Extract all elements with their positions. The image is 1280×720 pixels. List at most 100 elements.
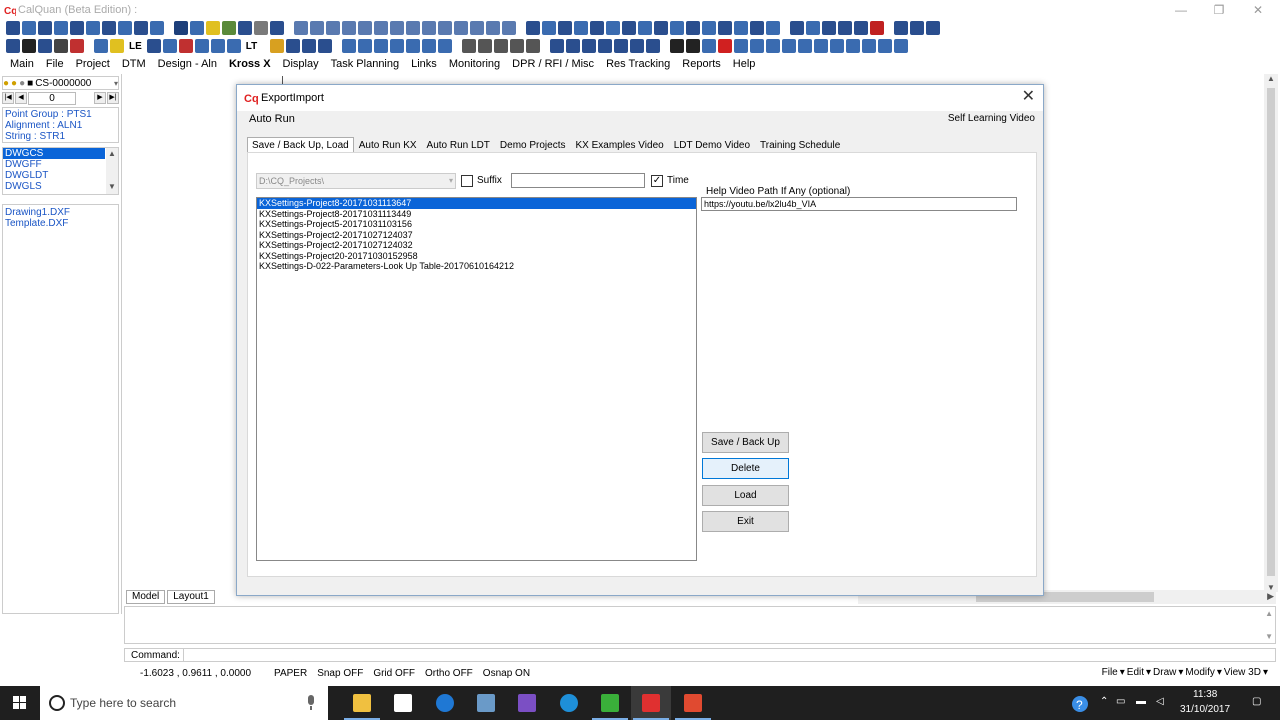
tool-icon[interactable] bbox=[238, 21, 252, 35]
notifications-icon[interactable]: ▢ bbox=[1252, 696, 1261, 707]
tool-icon[interactable] bbox=[590, 21, 604, 35]
grid-toggle[interactable]: Grid OFF bbox=[368, 668, 420, 679]
chevron-up-icon[interactable]: ⌃ bbox=[1100, 696, 1108, 707]
tool-icon[interactable] bbox=[582, 39, 597, 53]
tool-icon[interactable] bbox=[894, 21, 908, 35]
close-button[interactable]: ✕ bbox=[1243, 2, 1273, 18]
tool-icon[interactable] bbox=[798, 39, 813, 53]
next-record-button[interactable]: ▶ bbox=[94, 92, 106, 104]
pdf-icon[interactable] bbox=[70, 39, 84, 53]
menu-monitoring[interactable]: Monitoring bbox=[443, 58, 506, 70]
tab-auto-run-kx[interactable]: Auto Run KX bbox=[354, 137, 422, 153]
tool-icon[interactable] bbox=[894, 39, 909, 53]
help-video-input[interactable]: https://youtu.be/lx2lu4b_VIA bbox=[701, 197, 1017, 211]
tool-icon[interactable] bbox=[870, 21, 884, 35]
menu-links[interactable]: Links bbox=[405, 58, 443, 70]
tab-kx-examples-video[interactable]: KX Examples Video bbox=[571, 137, 669, 153]
snap-toggle[interactable]: Snap OFF bbox=[312, 668, 368, 679]
lt-button[interactable]: LT bbox=[243, 41, 260, 52]
recorder-app[interactable] bbox=[673, 686, 713, 720]
time-checkbox[interactable]: ✓ bbox=[651, 175, 663, 187]
save-backup-button[interactable]: Save / Back Up bbox=[702, 432, 789, 453]
tab-training-schedule[interactable]: Training Schedule bbox=[755, 137, 845, 153]
calquan-app[interactable] bbox=[631, 686, 671, 720]
tool-icon[interactable] bbox=[226, 39, 241, 53]
self-learning-video-link[interactable]: Self Learning Video bbox=[948, 113, 1035, 124]
start-button[interactable] bbox=[0, 686, 40, 720]
tool-icon[interactable] bbox=[146, 39, 161, 53]
tool-icon[interactable] bbox=[790, 21, 804, 35]
tool-icon[interactable] bbox=[558, 21, 572, 35]
tool-icon[interactable] bbox=[38, 39, 52, 53]
tool-icon[interactable] bbox=[86, 21, 100, 35]
tool-icon[interactable] bbox=[838, 21, 852, 35]
tool-icon[interactable] bbox=[486, 21, 500, 35]
tab-ldt-demo-video[interactable]: LDT Demo Video bbox=[669, 137, 755, 153]
tool-icon[interactable] bbox=[910, 21, 924, 35]
volume-icon[interactable]: ◁ bbox=[1156, 696, 1164, 707]
tool-icon[interactable] bbox=[878, 39, 893, 53]
menu-display[interactable]: Display bbox=[277, 58, 325, 70]
tool-icon[interactable] bbox=[550, 39, 565, 53]
tab-save-backup-load[interactable]: Save / Back Up, Load bbox=[247, 137, 354, 153]
status-menu-file[interactable]: File bbox=[1102, 667, 1118, 678]
tool-icon[interactable] bbox=[630, 39, 645, 53]
clock-date[interactable]: 31/10/2017 bbox=[1180, 704, 1230, 715]
chevron-right-icon[interactable]: ▶ bbox=[1267, 591, 1274, 602]
osnap-toggle[interactable]: Osnap ON bbox=[478, 668, 535, 679]
tool-icon[interactable] bbox=[750, 39, 765, 53]
record-field[interactable]: 0 bbox=[28, 91, 76, 105]
save-icon[interactable] bbox=[22, 39, 36, 53]
dialog-close-button[interactable]: ✕ bbox=[1022, 89, 1035, 105]
menu-file[interactable]: File bbox=[40, 58, 70, 70]
tool-icon[interactable] bbox=[406, 21, 420, 35]
camtasia-app[interactable] bbox=[590, 686, 630, 720]
menu-main[interactable]: Main bbox=[4, 58, 40, 70]
tool-icon[interactable] bbox=[254, 21, 268, 35]
tab-auto-run-ldt[interactable]: Auto Run LDT bbox=[422, 137, 495, 153]
list-item[interactable]: DWGLS bbox=[3, 181, 118, 192]
path-combo[interactable]: D:\CQ_Projects\ ▾ bbox=[256, 173, 456, 189]
menu-dtm[interactable]: DTM bbox=[116, 58, 152, 70]
clock-time[interactable]: 11:38 bbox=[1193, 689, 1217, 700]
ortho-toggle[interactable]: Ortho OFF bbox=[420, 668, 478, 679]
list-item[interactable]: KXSettings-Project20-20171030152958 bbox=[257, 251, 696, 262]
scrollbar-thumb[interactable] bbox=[1267, 88, 1275, 576]
tool-icon[interactable] bbox=[422, 21, 436, 35]
suffix-input[interactable] bbox=[511, 173, 645, 188]
tool-icon[interactable] bbox=[270, 39, 285, 53]
tool-icon[interactable] bbox=[782, 39, 797, 53]
maximize-button[interactable]: ❐ bbox=[1204, 2, 1234, 18]
paper-toggle[interactable]: PAPER bbox=[269, 668, 312, 679]
tool-icon[interactable] bbox=[478, 39, 493, 53]
tool-icon[interactable] bbox=[6, 21, 20, 35]
auto-run-label[interactable]: Auto Run bbox=[249, 113, 295, 125]
tool-icon[interactable] bbox=[174, 21, 188, 35]
tool-icon[interactable] bbox=[614, 39, 629, 53]
menu-task-planning[interactable]: Task Planning bbox=[325, 58, 406, 70]
tool-icon[interactable] bbox=[194, 39, 209, 53]
tab-demo-projects[interactable]: Demo Projects bbox=[495, 137, 571, 153]
tool-icon[interactable] bbox=[734, 21, 748, 35]
sync-app[interactable] bbox=[549, 686, 589, 720]
microphone-icon[interactable] bbox=[306, 695, 316, 711]
tool-icon[interactable] bbox=[686, 21, 700, 35]
tool-icon[interactable] bbox=[622, 21, 636, 35]
tool-icon[interactable] bbox=[162, 39, 177, 53]
zoom-icon[interactable] bbox=[422, 39, 437, 53]
visual-studio-app[interactable] bbox=[507, 686, 547, 720]
minimize-button[interactable]: — bbox=[1166, 2, 1196, 18]
network-tray-icon[interactable]: ▭ bbox=[1116, 696, 1125, 707]
tool-icon[interactable] bbox=[670, 39, 685, 53]
undo-icon[interactable] bbox=[302, 39, 317, 53]
tool-icon[interactable] bbox=[734, 39, 749, 53]
load-button[interactable]: Load bbox=[702, 485, 789, 506]
grid-icon[interactable] bbox=[462, 39, 477, 53]
tool-icon[interactable] bbox=[358, 21, 372, 35]
zoom-icon[interactable] bbox=[390, 39, 405, 53]
delete-button[interactable]: Delete bbox=[702, 458, 789, 479]
zoom-icon[interactable] bbox=[438, 39, 453, 53]
tool-icon[interactable] bbox=[326, 21, 340, 35]
list-item[interactable]: KXSettings-Project2-20171027124037 bbox=[257, 230, 696, 241]
tab-model[interactable]: Model bbox=[126, 590, 166, 604]
